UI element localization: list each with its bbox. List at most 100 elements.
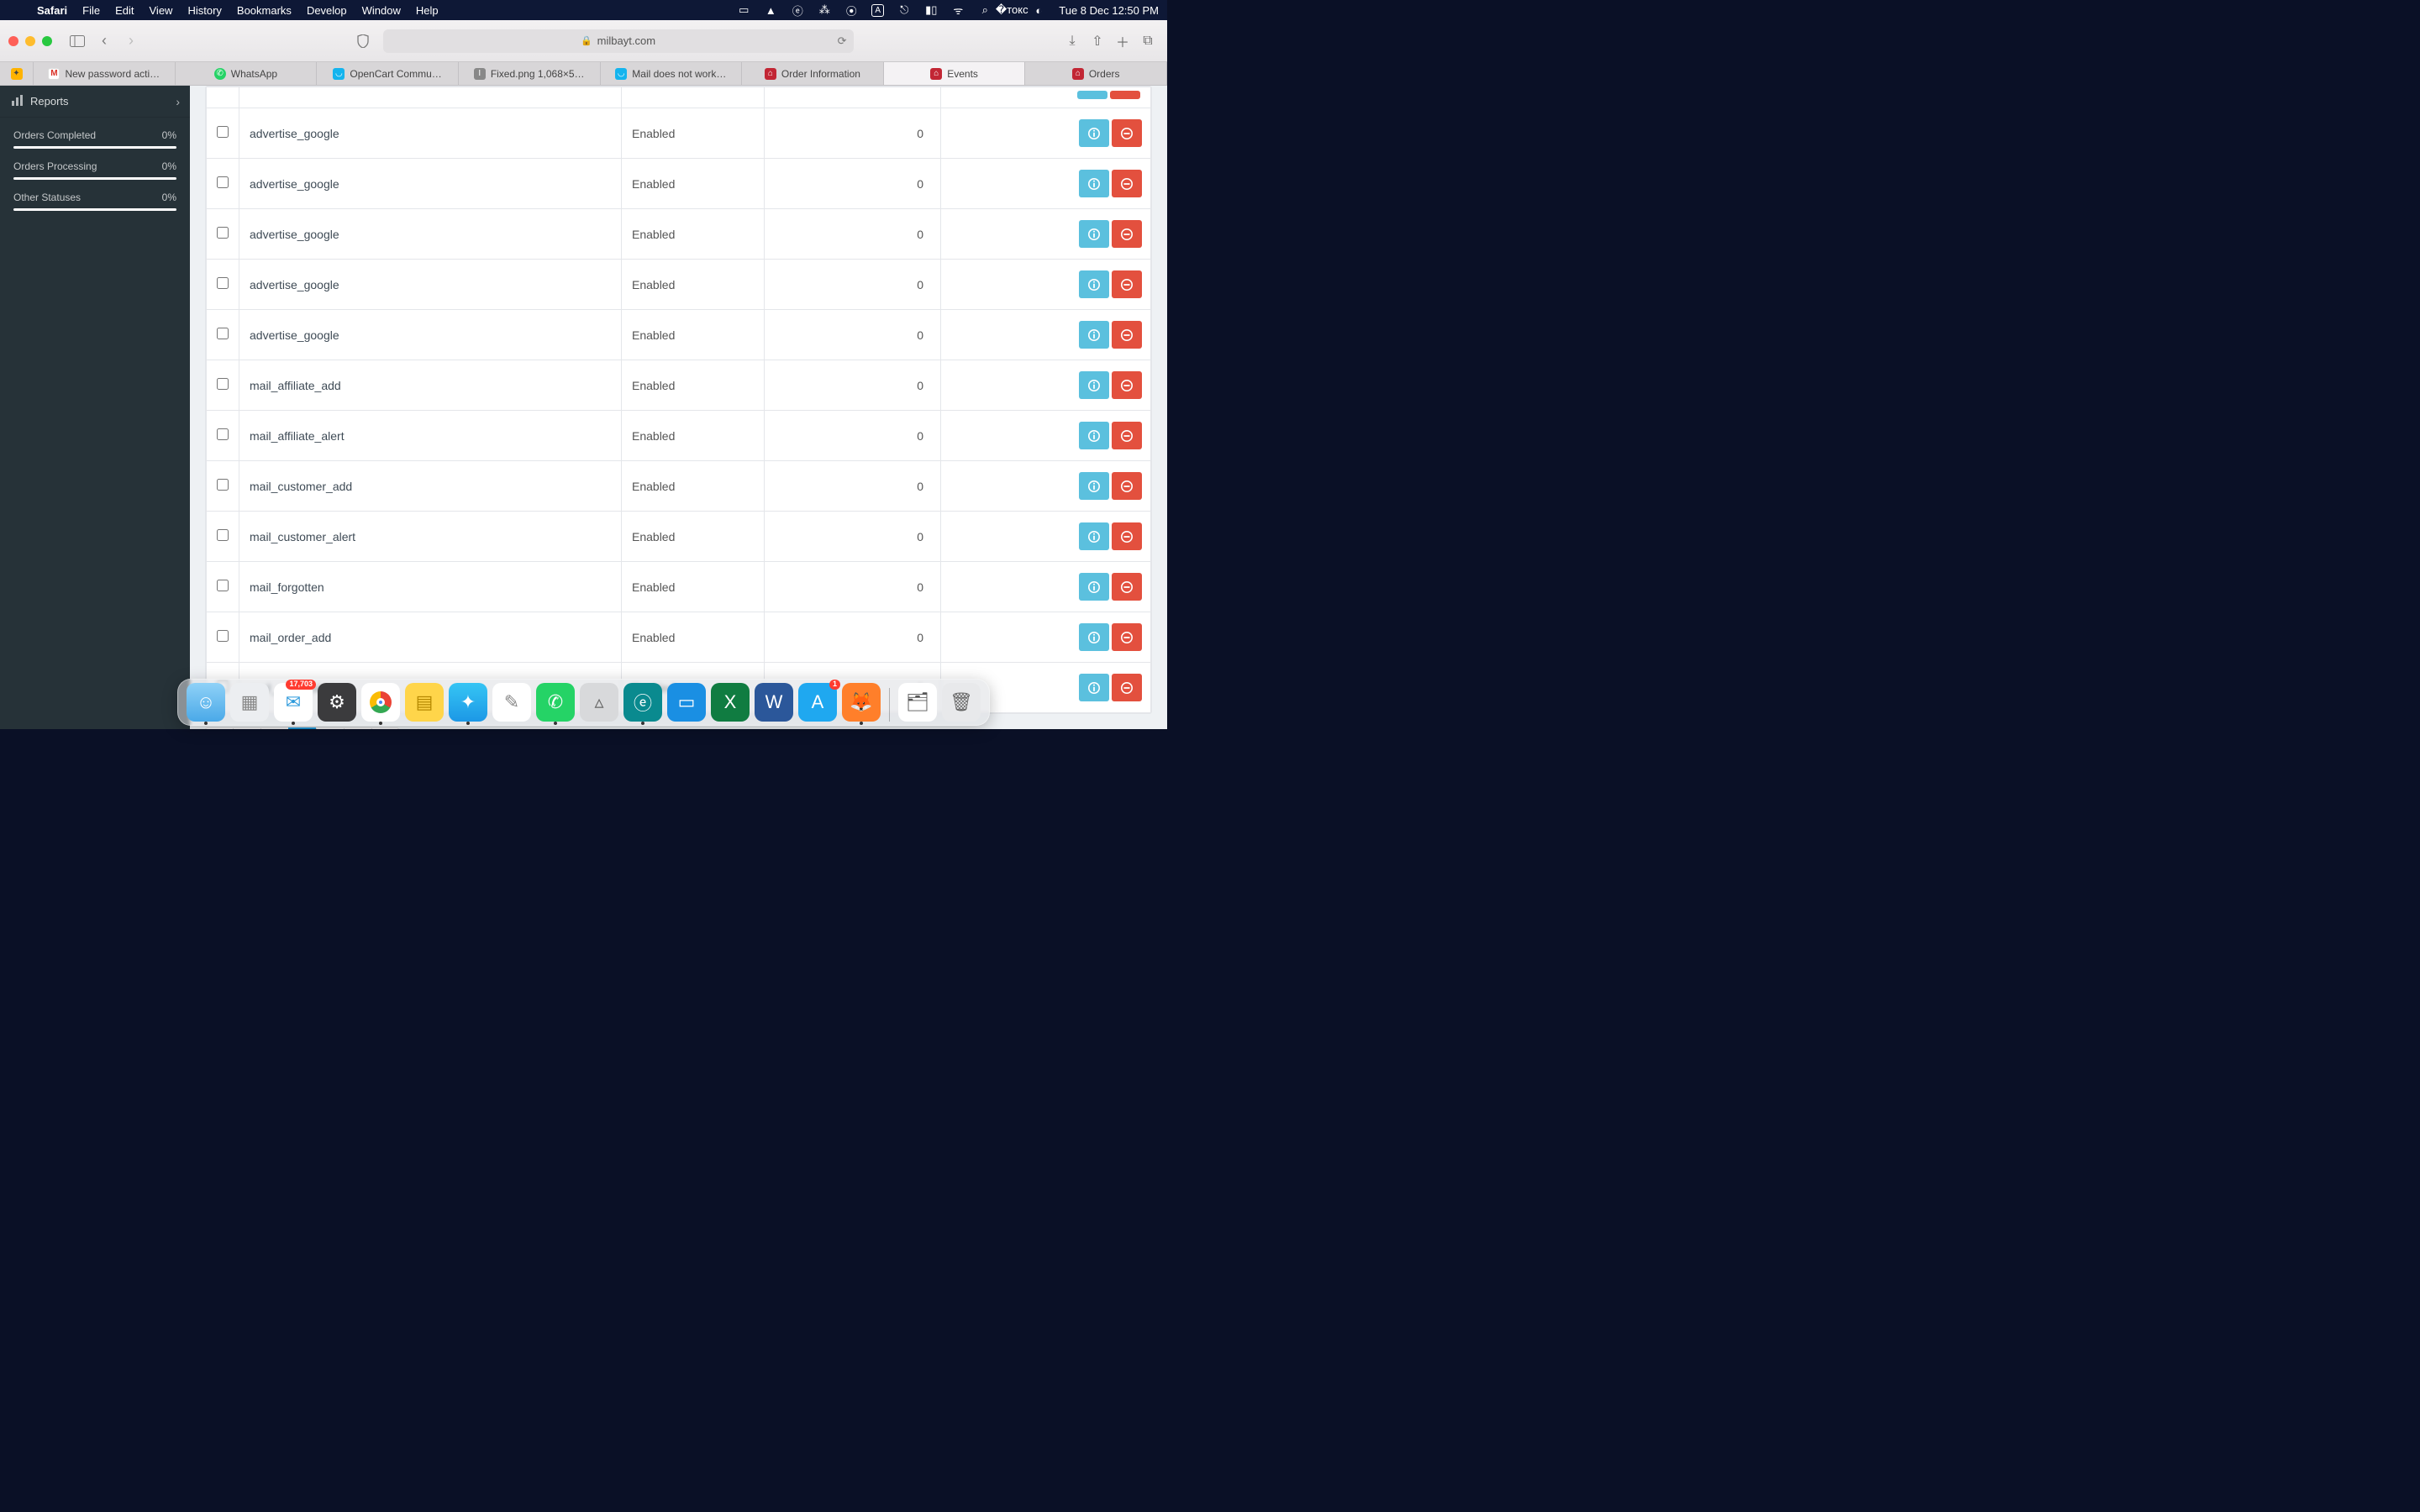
keyboard-input-icon[interactable]: A — [871, 4, 884, 17]
back-button[interactable]: ‹ — [92, 29, 116, 53]
menu-bookmarks[interactable]: Bookmarks — [237, 4, 292, 17]
table-row: mail_forgottenEnabled0 — [207, 562, 1151, 612]
new-tab-icon[interactable]: ＋ — [1112, 30, 1134, 52]
tab-pinned[interactable]: ✦ — [0, 62, 34, 85]
row-checkbox[interactable] — [217, 277, 229, 289]
opencart-icon: ◡ — [333, 68, 345, 80]
info-button[interactable] — [1079, 170, 1109, 197]
info-button[interactable] — [1079, 270, 1109, 298]
menu-file[interactable]: File — [82, 4, 100, 17]
disable-button[interactable] — [1112, 270, 1142, 298]
page-last[interactable]: >| — [371, 727, 399, 729]
dropbox-icon[interactable]: ⁂ — [818, 3, 831, 17]
wifi-icon[interactable]: ᯤ — [951, 3, 965, 17]
tab-opencart-forum[interactable]: ◡OpenCart Commu… — [317, 62, 459, 85]
apple-icon[interactable] — [8, 3, 22, 17]
disable-button[interactable] — [1112, 472, 1142, 500]
control-center-icon[interactable]: �токс — [1005, 3, 1018, 17]
event-status: Enabled — [622, 461, 765, 512]
page-prev[interactable]: < — [233, 727, 260, 729]
bluetooth-icon[interactable]: ⎋ — [897, 3, 911, 17]
forward-button[interactable]: › — [119, 29, 143, 53]
fullscreen-window-button[interactable] — [42, 36, 52, 46]
menu-help[interactable]: Help — [416, 4, 439, 17]
disable-button[interactable] — [1112, 623, 1142, 651]
disable-button[interactable] — [1110, 91, 1140, 99]
battery-icon[interactable]: ▮▯ — [924, 3, 938, 17]
row-checkbox[interactable] — [217, 529, 229, 541]
tab-whatsapp[interactable]: ✆WhatsApp — [176, 62, 318, 85]
info-button[interactable] — [1077, 91, 1107, 99]
record-icon[interactable]: ⦿ — [844, 3, 858, 17]
privacy-shield-icon[interactable] — [351, 29, 375, 53]
disable-button[interactable] — [1112, 522, 1142, 550]
info-button[interactable] — [1079, 422, 1109, 449]
disable-button[interactable] — [1112, 220, 1142, 248]
disable-button[interactable] — [1112, 170, 1142, 197]
info-button[interactable] — [1079, 674, 1109, 701]
row-checkbox[interactable] — [217, 680, 229, 692]
row-checkbox[interactable] — [217, 176, 229, 188]
info-button[interactable] — [1079, 522, 1109, 550]
sidebar-toggle-icon[interactable] — [66, 29, 89, 53]
info-button[interactable] — [1079, 371, 1109, 399]
stat-label: Other Statuses — [13, 192, 81, 203]
minimize-window-button[interactable] — [25, 36, 35, 46]
tab-gmail[interactable]: MNew password acti… — [34, 62, 176, 85]
row-checkbox[interactable] — [217, 328, 229, 339]
row-checkbox[interactable] — [217, 479, 229, 491]
info-button[interactable] — [1079, 623, 1109, 651]
event-name: mail_affiliate_add — [239, 360, 622, 411]
row-checkbox[interactable] — [217, 378, 229, 390]
menu-edit[interactable]: Edit — [115, 4, 134, 17]
tab-fixed-png[interactable]: IFixed.png 1,068×5… — [459, 62, 601, 85]
info-button[interactable] — [1079, 321, 1109, 349]
menubar-app-name[interactable]: Safari — [37, 4, 67, 17]
row-checkbox[interactable] — [217, 428, 229, 440]
disable-button[interactable] — [1112, 573, 1142, 601]
disable-button[interactable] — [1112, 422, 1142, 449]
disable-button[interactable] — [1112, 674, 1142, 701]
disable-button[interactable] — [1112, 371, 1142, 399]
address-bar[interactable]: 🔒 milbayt.com ⟳ — [383, 29, 854, 53]
row-checkbox[interactable] — [217, 227, 229, 239]
sidebar-item-reports[interactable]: Reports — [0, 86, 190, 118]
tab-order-info[interactable]: ⌂Order Information — [742, 62, 884, 85]
info-button[interactable] — [1079, 220, 1109, 248]
spotlight-icon[interactable]: ⌕ — [978, 3, 992, 17]
menu-window[interactable]: Window — [362, 4, 401, 17]
event-status: Enabled — [622, 663, 765, 713]
downloads-icon[interactable]: ⤓ — [1061, 30, 1083, 52]
row-checkbox[interactable] — [217, 126, 229, 138]
info-button[interactable] — [1079, 119, 1109, 147]
stat-value: 0% — [162, 192, 176, 203]
reload-icon[interactable]: ⟳ — [838, 34, 847, 48]
menu-view[interactable]: View — [150, 4, 173, 17]
page-next[interactable]: > — [344, 727, 371, 729]
row-checkbox[interactable] — [217, 580, 229, 591]
disable-button[interactable] — [1112, 321, 1142, 349]
row-checkbox[interactable] — [217, 630, 229, 642]
page-3[interactable]: 3 — [316, 727, 344, 729]
menu-history[interactable]: History — [187, 4, 221, 17]
screen-mirror-icon[interactable]: ▲ — [764, 3, 777, 17]
eset-menu-icon[interactable]: ⓔ — [791, 3, 804, 17]
share-icon[interactable]: ⇧ — [1086, 30, 1108, 52]
menubar-clock[interactable]: Tue 8 Dec 12:50 PM — [1059, 4, 1159, 17]
facetime-icon[interactable]: ▭ — [737, 3, 750, 17]
siri-icon[interactable]: ◐ — [1032, 3, 1045, 17]
close-window-button[interactable] — [8, 36, 18, 46]
tab-events[interactable]: ⌂Events — [884, 62, 1026, 85]
info-button[interactable] — [1079, 472, 1109, 500]
info-button[interactable] — [1079, 573, 1109, 601]
table-row: advertise_googleEnabled0 — [207, 209, 1151, 260]
page-first[interactable]: |< — [205, 727, 233, 729]
tab-mail-not-work[interactable]: ◡Mail does not work… — [601, 62, 743, 85]
event-sort-order: 0 — [765, 663, 941, 713]
disable-button[interactable] — [1112, 119, 1142, 147]
tab-overview-icon[interactable]: ⧉ — [1137, 30, 1159, 52]
page-1[interactable]: 1 — [260, 727, 288, 729]
tab-orders[interactable]: ⌂Orders — [1025, 62, 1167, 85]
page-2[interactable]: 2 — [288, 727, 316, 729]
menu-develop[interactable]: Develop — [307, 4, 347, 17]
